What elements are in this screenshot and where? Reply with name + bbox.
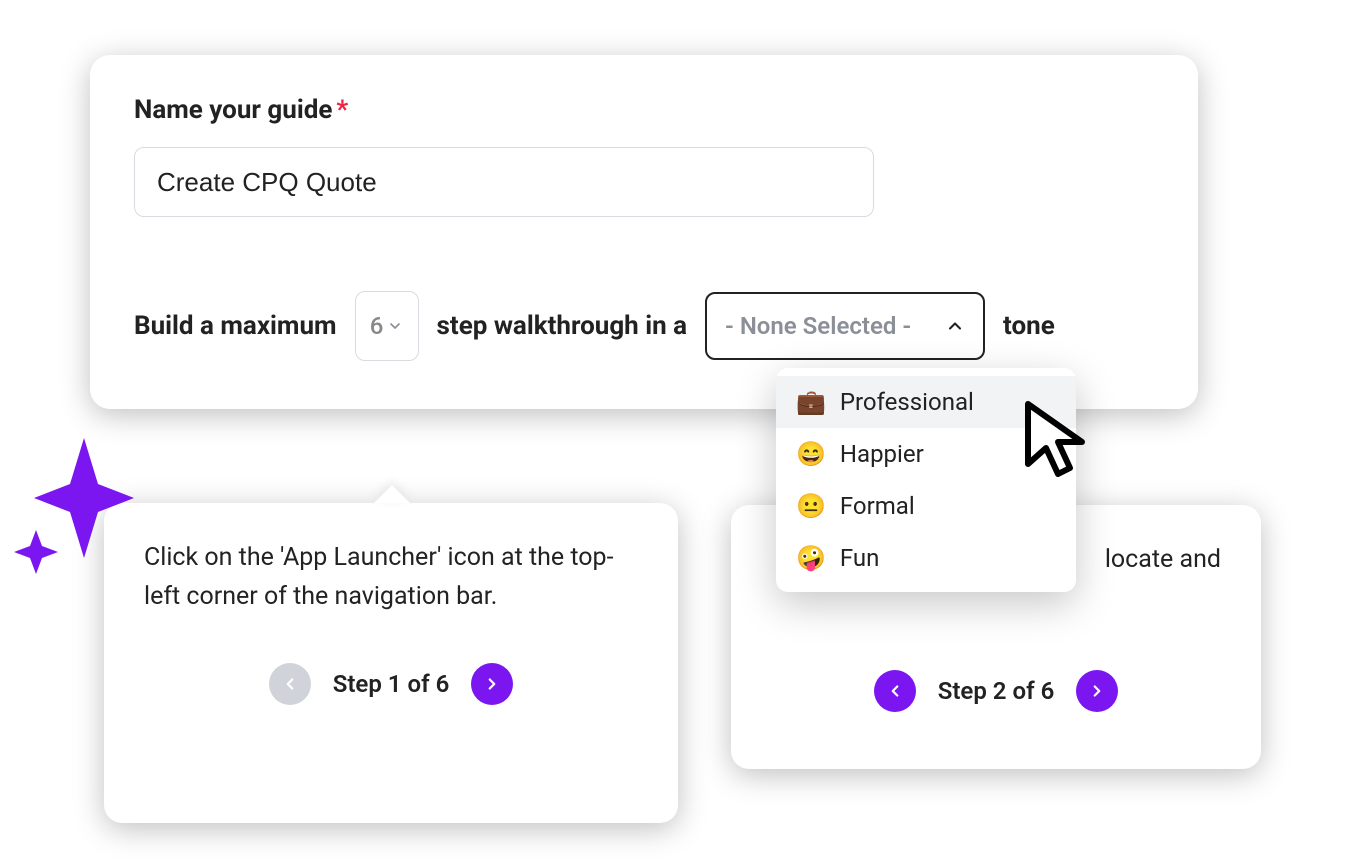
step-count-select[interactable]: 6 — [355, 291, 419, 361]
tone-option-label: Fun — [840, 544, 880, 572]
sentence-part-3: tone — [1003, 311, 1055, 341]
name-your-guide-label: Name your guide — [134, 95, 332, 125]
tone-select-placeholder: - None Selected - — [725, 312, 911, 340]
tone-select[interactable]: - None Selected - — [705, 292, 985, 360]
chevron-down-icon — [387, 318, 403, 334]
prev-step-button[interactable] — [269, 663, 311, 705]
tone-option-label: Formal — [840, 492, 915, 520]
chevron-right-icon — [1088, 682, 1106, 700]
grin-icon: 😄 — [796, 440, 826, 468]
tone-option-fun[interactable]: 🤪 Fun — [776, 532, 1076, 584]
name-label-row: Name your guide * — [134, 95, 1154, 125]
sentence-part-1: Build a maximum — [134, 311, 337, 341]
step-count-value: 6 — [370, 312, 384, 340]
step-indicator: Step 2 of 6 — [938, 677, 1055, 705]
zany-face-icon: 🤪 — [796, 544, 826, 572]
walkthrough-step-1-text: Click on the 'App Launcher' icon at the … — [144, 539, 638, 617]
neutral-face-icon: 😐 — [796, 492, 826, 520]
chevron-left-icon — [886, 682, 904, 700]
walkthrough-step-1-tooltip: Click on the 'App Launcher' icon at the … — [104, 503, 678, 823]
tone-option-label: Professional — [840, 388, 974, 416]
guide-config-card: Name your guide * Build a maximum 6 step… — [90, 55, 1198, 409]
sparkle-icon — [14, 438, 134, 578]
walkthrough-step-2-nav: Step 2 of 6 — [771, 670, 1221, 712]
chevron-right-icon — [483, 675, 501, 693]
sentence-part-2: step walkthrough in a — [437, 311, 688, 341]
build-sentence: Build a maximum 6 step walkthrough in a … — [134, 291, 1154, 361]
cursor-icon — [1020, 398, 1100, 488]
tone-option-label: Happier — [840, 440, 924, 468]
chevron-left-icon — [281, 675, 299, 693]
next-step-button[interactable] — [471, 663, 513, 705]
required-marker: * — [336, 95, 348, 125]
step-indicator: Step 1 of 6 — [333, 670, 450, 698]
prev-step-button[interactable] — [874, 670, 916, 712]
chevron-up-icon — [945, 316, 965, 336]
briefcase-icon: 💼 — [796, 388, 826, 416]
guide-name-input[interactable] — [134, 147, 874, 217]
walkthrough-step-1-nav: Step 1 of 6 — [144, 663, 638, 705]
next-step-button[interactable] — [1076, 670, 1118, 712]
